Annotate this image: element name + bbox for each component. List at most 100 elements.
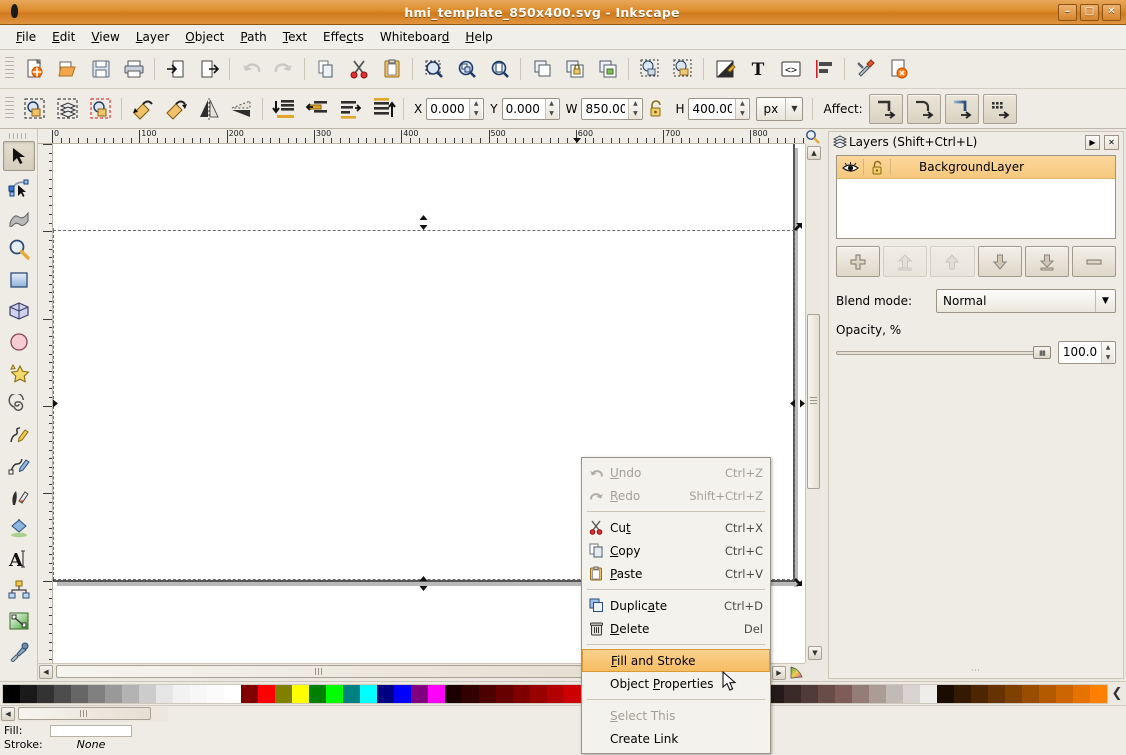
calligraphy-tool[interactable] xyxy=(3,482,35,512)
palette-swatch[interactable] xyxy=(563,685,580,703)
layer-list[interactable]: BackgroundLayer xyxy=(836,155,1116,239)
ellipse-tool[interactable] xyxy=(3,327,35,357)
vertical-scrollbar[interactable]: ▲ ▼ xyxy=(805,144,821,663)
palette-swatch[interactable] xyxy=(462,685,479,703)
palette-swatch[interactable] xyxy=(1073,685,1090,703)
raise-to-top-button[interactable] xyxy=(634,54,665,85)
minimize-button[interactable]: – xyxy=(1058,4,1077,21)
vertical-ruler[interactable] xyxy=(38,144,53,663)
document-properties-button[interactable] xyxy=(883,54,914,85)
deselect-button[interactable] xyxy=(85,93,116,124)
palette-swatch[interactable] xyxy=(275,685,292,703)
dock-menu-button[interactable]: ▶ xyxy=(1085,135,1100,150)
fill-swatch[interactable] xyxy=(50,725,132,737)
palette-swatch[interactable] xyxy=(360,685,377,703)
palette-swatch[interactable] xyxy=(445,685,462,703)
spin-down-icon[interactable]: ▼ xyxy=(546,109,558,119)
opacity-slider-knob[interactable]: ▮▮ xyxy=(1033,346,1051,359)
menu-help[interactable]: Help xyxy=(457,27,500,47)
horizontal-scroll-thumb[interactable] xyxy=(56,665,583,678)
rotate-90-cw-button[interactable] xyxy=(160,93,191,124)
palette-swatch[interactable] xyxy=(105,685,122,703)
selection-handle-s[interactable] xyxy=(418,576,429,589)
spin-down-icon[interactable]: ▼ xyxy=(470,109,482,119)
context-menu-item-select-this[interactable]: Select This xyxy=(582,704,770,727)
palette-swatch[interactable] xyxy=(258,685,275,703)
palette-swatch[interactable] xyxy=(852,685,869,703)
palette-swatch[interactable] xyxy=(71,685,88,703)
opacity-slider[interactable]: ▮▮ xyxy=(836,346,1051,359)
dock-close-button[interactable]: ✕ xyxy=(1104,135,1119,150)
preferences-button[interactable] xyxy=(850,54,881,85)
palette-swatch[interactable] xyxy=(309,685,326,703)
ruler-corner[interactable] xyxy=(805,129,820,144)
lower-to-bottom-button[interactable] xyxy=(667,54,698,85)
palette-swatch[interactable] xyxy=(784,685,801,703)
select-all-layers-button[interactable] xyxy=(52,93,83,124)
palette-swatch[interactable] xyxy=(530,685,547,703)
duplicate-button[interactable] xyxy=(526,54,557,85)
gradient-tool[interactable] xyxy=(3,606,35,636)
palette-swatch[interactable] xyxy=(1005,685,1022,703)
palette-swatch[interactable] xyxy=(496,685,513,703)
stroke-row[interactable]: Stroke: None xyxy=(4,738,154,752)
scroll-right-button[interactable]: ▶ xyxy=(772,666,786,680)
chevron-down-icon[interactable]: ▼ xyxy=(1095,290,1115,312)
palette-swatch[interactable] xyxy=(241,685,258,703)
affect-gradients-button[interactable] xyxy=(945,94,979,124)
scroll-left-button[interactable]: ◀ xyxy=(39,665,53,679)
chevron-down-icon[interactable]: ▼ xyxy=(785,98,802,120)
palette-swatch[interactable] xyxy=(122,685,139,703)
palette-swatches[interactable] xyxy=(2,684,1108,704)
zoom-drawing-button[interactable] xyxy=(451,54,482,85)
scroll-down-button[interactable]: ▼ xyxy=(808,646,822,660)
palette-swatch[interactable] xyxy=(292,685,309,703)
palette-swatch[interactable] xyxy=(377,685,394,703)
connector-tool[interactable] xyxy=(3,575,35,605)
layer-row-backgroundlayer[interactable]: BackgroundLayer xyxy=(837,156,1115,179)
selector-tool[interactable] xyxy=(3,141,35,171)
height-spin-arrows[interactable]: ▲▼ xyxy=(735,99,748,119)
affect-stroke-width-button[interactable] xyxy=(869,94,903,124)
palette-swatch[interactable] xyxy=(937,685,954,703)
import-button[interactable] xyxy=(160,54,191,85)
select-all-button[interactable] xyxy=(19,93,50,124)
palette-swatch[interactable] xyxy=(37,685,54,703)
palette-swatch[interactable] xyxy=(818,685,835,703)
selection-handle-ne[interactable] xyxy=(790,222,801,235)
palette-swatch[interactable] xyxy=(869,685,886,703)
opacity-spin-arrows[interactable]: ▲▼ xyxy=(1101,342,1114,363)
palette-swatch[interactable] xyxy=(394,685,411,703)
lower-layer-to-bottom-button[interactable] xyxy=(1025,246,1069,277)
spin-up-icon[interactable]: ▲ xyxy=(1102,342,1114,353)
copy-button[interactable] xyxy=(310,54,341,85)
lock-aspect-ratio-button[interactable] xyxy=(644,93,668,124)
context-menu-item-paste[interactable]: Paste Ctrl+V xyxy=(582,562,770,585)
selection-handle-sw[interactable] xyxy=(53,574,56,587)
flip-horizontal-button[interactable] xyxy=(193,93,224,124)
y-input[interactable] xyxy=(503,99,545,119)
palette-swatch[interactable] xyxy=(139,685,156,703)
palette-swatch[interactable] xyxy=(801,685,818,703)
raise-button[interactable] xyxy=(301,93,332,124)
context-menu-item-copy[interactable]: Copy Ctrl+C xyxy=(582,539,770,562)
tweak-tool[interactable] xyxy=(3,203,35,233)
menu-edit[interactable]: Edit xyxy=(44,27,83,47)
menu-object[interactable]: Object xyxy=(177,27,232,47)
rotate-90-ccw-button[interactable] xyxy=(127,93,158,124)
context-menu-item-create-link[interactable]: Create Link xyxy=(582,727,770,750)
lower-layer-button[interactable] xyxy=(978,246,1022,277)
align-distribute-button[interactable] xyxy=(808,54,839,85)
width-input[interactable] xyxy=(582,99,628,119)
close-button[interactable]: ✕ xyxy=(1102,4,1121,21)
palette-swatch[interactable] xyxy=(411,685,428,703)
selection-handle-w[interactable] xyxy=(53,398,54,411)
new-layer-button[interactable] xyxy=(836,246,880,277)
palette-swatch[interactable] xyxy=(20,685,37,703)
spiral-tool[interactable] xyxy=(3,389,35,419)
palette-swatch[interactable] xyxy=(428,685,445,703)
y-spin-arrows[interactable]: ▲▼ xyxy=(545,99,558,119)
fill-stroke-dialog-button[interactable] xyxy=(709,54,740,85)
palette-swatch[interactable] xyxy=(903,685,920,703)
palette-swatch[interactable] xyxy=(54,685,71,703)
